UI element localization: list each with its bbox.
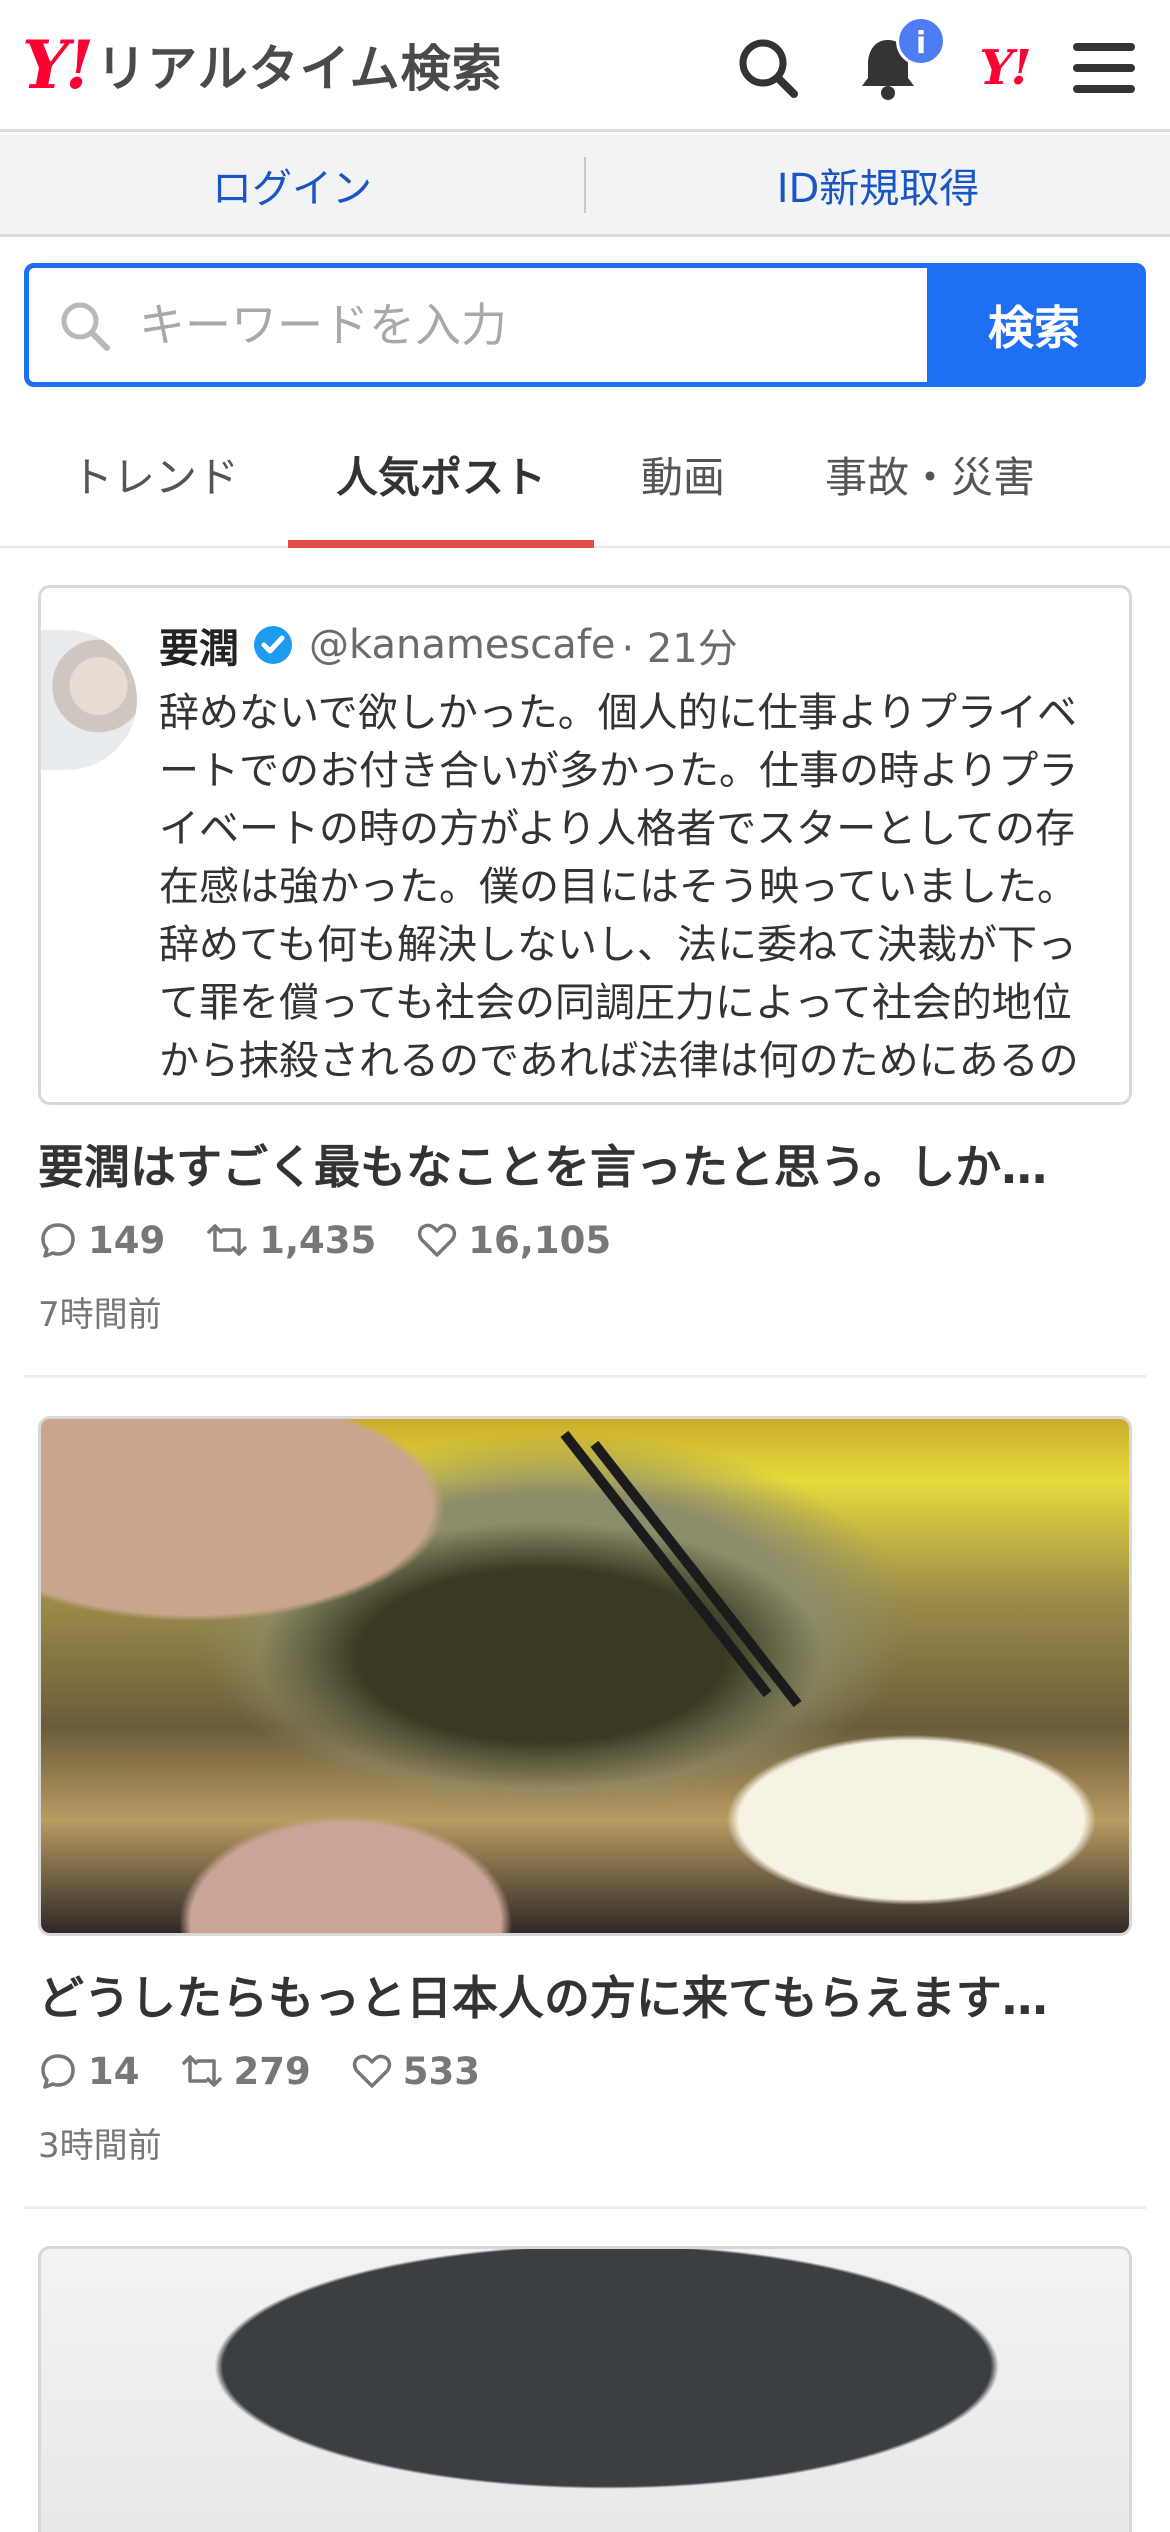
post-card[interactable]: どうしたらもっと日本人の方に来てもらえます… 14 279 533 3時間前: [24, 1416, 1146, 2186]
reply-count-value: 149: [88, 1218, 166, 1262]
yahoo-mark: Y!: [979, 40, 1031, 96]
post-card[interactable]: 要潤 @kanamescafe · 21分 辞めないで欲しかった。個人的に仕事よ…: [24, 585, 1146, 1355]
repost-count[interactable]: 279: [180, 2050, 311, 2093]
tweet-header: 要潤 @kanamescafe · 21分: [159, 616, 738, 674]
login-bar: ログイン ID新規取得: [0, 135, 1170, 237]
tab-accidents-disasters[interactable]: 事故・災害: [780, 400, 1080, 548]
post-image[interactable]: [38, 2246, 1132, 2532]
like-count[interactable]: 533: [351, 2050, 480, 2093]
post-title[interactable]: 要潤はすごく最もなことを言ったと思う。しか…: [38, 1131, 1132, 1197]
repost-icon: [181, 2055, 222, 2087]
search-icon[interactable]: [728, 28, 808, 108]
post-time: 7時間前: [38, 1295, 162, 1335]
login-link[interactable]: ログイン: [0, 135, 584, 234]
tab-popular-posts[interactable]: 人気ポスト: [288, 400, 594, 548]
heart-icon: [418, 1223, 457, 1257]
post-stats: 149 1,435 16,105: [38, 1215, 651, 1265]
yahoo-realtime-logo[interactable]: Y! リアルタイム検索: [22, 30, 503, 100]
yahoo-logo-mark: Y!: [22, 26, 94, 104]
post-time: 3時間前: [38, 2126, 162, 2166]
reply-icon: [41, 2054, 75, 2089]
reply-count-value: 14: [88, 2049, 140, 2093]
signup-link[interactable]: ID新規取得: [586, 135, 1170, 234]
post-image[interactable]: [38, 1416, 1132, 1936]
post-divider: [24, 2206, 1146, 2209]
repost-count-value: 279: [233, 2049, 311, 2093]
reply-count[interactable]: 149: [38, 1219, 165, 1262]
search-bar: 検索: [24, 263, 1146, 387]
tweet-line: 辞めても何も解決しないし、法に委ねて決裁が下っ: [159, 922, 1077, 968]
search-button[interactable]: 検索: [927, 268, 1141, 382]
logo-title: リアルタイム検索: [96, 40, 503, 98]
reply-count[interactable]: 14: [38, 2050, 140, 2093]
tweet-line: 辞めないで欲しかった。個人的に仕事よりプライベ: [159, 690, 1077, 736]
repost-count-value: 1,435: [259, 1218, 377, 1262]
reply-icon: [41, 1223, 75, 1258]
tweet-line: 在感は強かった。僕の目にはそう映っていました。: [159, 864, 1077, 910]
post-title[interactable]: どうしたらもっと日本人の方に来てもらえます…: [38, 1962, 1132, 2028]
tweet-author-name: 要潤: [159, 626, 239, 672]
tweet-age: · 21分: [621, 626, 738, 672]
tweet-line: から抹殺されるのであれば法律は何のためにあるの: [159, 1038, 1079, 1084]
post-card[interactable]: [24, 2246, 1146, 2532]
like-count-value: 16,105: [468, 1218, 612, 1262]
tweet-line: ートでのお付き合いが多かった。仕事の時よりプラ: [159, 748, 1079, 794]
tweet-line: て罪を償っても社会の同調圧力によって社会的地位: [159, 980, 1072, 1026]
tab-video[interactable]: 動画: [600, 400, 766, 548]
verified-badge-icon: [254, 626, 292, 664]
search-input[interactable]: [139, 298, 899, 352]
repost-count[interactable]: 1,435: [205, 1219, 376, 1262]
hotpot-photo: [41, 1419, 1129, 1933]
tab-trend[interactable]: トレンド: [30, 400, 280, 548]
post-photo: [41, 2249, 1129, 2532]
post-divider: [24, 1375, 1146, 1378]
tweet-avatar: [41, 630, 137, 770]
repost-icon: [207, 1224, 247, 1256]
tweet-handle: @kanamescafe: [309, 622, 616, 668]
post-stats: 14 279 533: [38, 2046, 520, 2096]
tweet-text: 辞めないで欲しかった。個人的に仕事よりプライベ ートでのお付き合いが多かった。仕…: [159, 684, 1129, 1090]
like-count-value: 533: [402, 2049, 480, 2093]
search-field-icon: [61, 302, 110, 351]
yahoo-japan-icon[interactable]: Y!: [964, 28, 1044, 108]
embedded-tweet-image[interactable]: 要潤 @kanamescafe · 21分 辞めないで欲しかった。個人的に仕事よ…: [38, 585, 1132, 1105]
app-header: Y! リアルタイム検索 i Y!: [0, 0, 1170, 132]
like-count[interactable]: 16,105: [416, 1219, 611, 1262]
hamburger-menu-icon[interactable]: [1064, 28, 1144, 108]
tab-bar: トレンド 人気ポスト 動画 事故・災害: [0, 400, 1170, 548]
heart-icon: [352, 2054, 391, 2088]
notification-badge: i: [896, 16, 946, 66]
search-field: [29, 268, 927, 382]
tweet-line: イベートの時の方がより人格者でスターとしての存: [159, 806, 1075, 852]
